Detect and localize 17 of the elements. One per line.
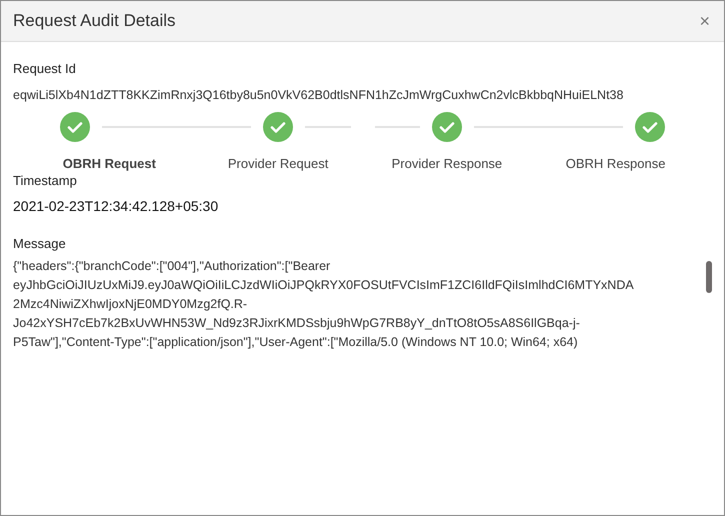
message-line: P5Taw"],"Content-Type":["application/json"],"User-Agent":["Mozilla/5.0 (Windows NT 10.0; Win64; x64) xyxy=(13,334,579,351)
message-line: 2Mzc4NiwiZXhwIjoxNjE0MDY0Mzg2fQ.R- xyxy=(13,296,248,313)
field-label: Message xyxy=(13,236,67,251)
step-label[interactable]: Provider Request xyxy=(228,156,328,171)
field-label: Timestamp xyxy=(13,173,78,188)
message-line: Jo42xYSH7cEb7k2BxUvWHN53W_Nd9z3RJixrKMDSsbju9hWpG7RB8yY_dnTtO8tO5sA8S6IlGBqa-j- xyxy=(13,315,581,332)
field-label: Request Id xyxy=(13,61,77,76)
message-line: {"headers":{"branchCode":["004"],"Authorization":["Bearer xyxy=(13,258,332,275)
request-id-value: eqwiLi5lXb4N1dZTT8KKZimRnxj3Q16tby8u5n0VkV62B0dtlsNFN1hZcJmWrgCuxhwCn2vlcBkbbqNHuiELNt38 xyxy=(13,87,624,104)
timestamp-value: 2021-02-23T12:34:42.128+05:30 xyxy=(13,198,220,214)
dialog-title: Request Audit Details xyxy=(13,11,176,31)
step-label[interactable]: OBRH Request xyxy=(62,156,156,171)
step-label[interactable]: OBRH Response xyxy=(566,156,666,171)
close-button[interactable]: × xyxy=(697,10,712,32)
step-label[interactable]: Provider Response xyxy=(392,156,502,171)
message-line: eyJhbGciOiJIUzUxMiJ9.eyJ0aWQiOiIiLCJzdWIiOiJPQkRYX0FOSUtFVCIsImF1ZCI6IldFQiIsImlhdCI6MTYxNDA xyxy=(13,277,635,294)
scrollbar-thumb[interactable] xyxy=(706,261,712,293)
